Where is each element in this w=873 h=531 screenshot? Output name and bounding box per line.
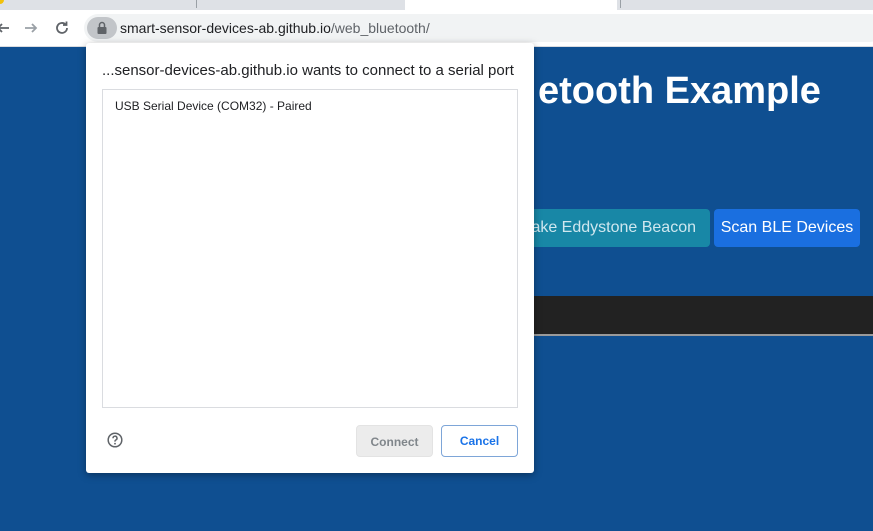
- device-list-item[interactable]: USB Serial Device (COM32) - Paired: [115, 99, 312, 113]
- back-arrow-icon: [0, 23, 9, 33]
- tab-active[interactable]: [405, 0, 617, 10]
- dialog-title: ...sensor-devices-ab.github.io wants to …: [102, 62, 514, 79]
- forward-arrow-icon: [25, 23, 38, 33]
- forward-button[interactable]: [20, 17, 42, 39]
- reload-button[interactable]: [51, 17, 73, 39]
- tab-separator: [196, 0, 197, 8]
- back-button[interactable]: [0, 17, 14, 39]
- tab-separator: [620, 0, 621, 8]
- device-list[interactable]: USB Serial Device (COM32) - Paired: [102, 89, 518, 408]
- lock-icon: [97, 21, 107, 34]
- reload-icon: [56, 21, 68, 34]
- tab-strip: [0, 0, 873, 10]
- help-icon[interactable]: [107, 432, 123, 448]
- scan-ble-devices-button[interactable]: Scan BLE Devices: [714, 209, 860, 247]
- tab-inactive[interactable]: [0, 0, 400, 10]
- url-host: smart-sensor-devices-ab.github.io: [120, 20, 331, 36]
- url-path: /web_bluetooth/: [330, 20, 430, 36]
- page-title: etooth Example: [538, 70, 821, 112]
- connect-button[interactable]: Connect: [356, 425, 433, 457]
- site-info-button[interactable]: [87, 17, 117, 39]
- browser-toolbar: smart-sensor-devices-ab.github.io/web_bl…: [0, 10, 873, 47]
- serial-port-dialog: ...sensor-devices-ab.github.io wants to …: [86, 43, 534, 473]
- output-console-bar: [530, 296, 873, 336]
- make-eddystone-beacon-button[interactable]: Make Eddystone Beacon: [518, 209, 710, 247]
- cancel-button[interactable]: Cancel: [441, 425, 518, 457]
- url-text: smart-sensor-devices-ab.github.io/web_bl…: [120, 20, 430, 36]
- address-bar[interactable]: smart-sensor-devices-ab.github.io/web_bl…: [84, 14, 873, 42]
